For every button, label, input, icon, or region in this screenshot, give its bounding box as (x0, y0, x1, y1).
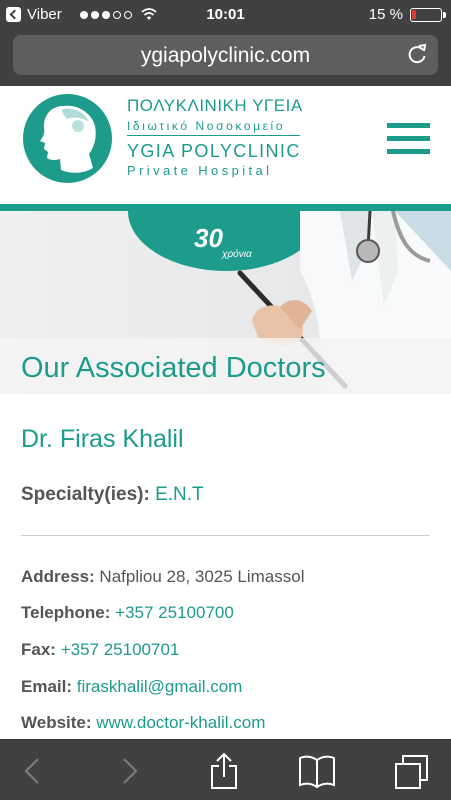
logo-english-subtitle: Private Hospital (127, 163, 273, 178)
share-icon[interactable] (204, 752, 244, 790)
tabs-icon[interactable] (392, 752, 432, 790)
address-bar[interactable]: ygiapolyclinic.com (13, 35, 438, 75)
address-row: Address: Nafpliou 28, 3025 Limassol (21, 567, 305, 587)
specialty-value: E.N.T (155, 484, 204, 505)
hamburger-menu-icon[interactable] (387, 123, 430, 155)
back-arrow-icon[interactable] (14, 752, 54, 790)
telephone-row: Telephone: +357 25100700 (21, 603, 234, 623)
address-value: Nafpliou 28, 3025 Limassol (99, 567, 305, 586)
logo-english-title: YGIA POLYCLINIC (127, 141, 301, 161)
email-link[interactable]: firaskhalil@gmail.com (77, 677, 243, 696)
website-link[interactable]: www.doctor-khalil.com (96, 713, 265, 732)
browser-address-area: ygiapolyclinic.com (0, 30, 451, 86)
email-row: Email: firaskhalil@gmail.com (21, 677, 242, 697)
address-label: Address: (21, 567, 95, 586)
website-row: Website: www.doctor-khalil.com (21, 713, 265, 733)
logo-emblem[interactable] (23, 94, 112, 183)
reload-icon[interactable] (406, 43, 428, 65)
goddess-head-icon (40, 105, 96, 173)
anniversary-number: 30 (194, 223, 223, 253)
browser-toolbar (0, 739, 451, 800)
header-rule (0, 204, 451, 211)
telephone-link[interactable]: +357 25100700 (115, 603, 234, 622)
bookmarks-icon[interactable] (297, 752, 337, 790)
email-label: Email: (21, 677, 73, 696)
specialty-row: Specialty(ies): E.N.T (21, 484, 204, 506)
status-bar: Viber 10:01 15 % (0, 0, 451, 30)
fax-link[interactable]: +357 25100701 (61, 640, 180, 659)
fax-row: Fax: +357 25100701 (21, 640, 179, 660)
logo-divider (127, 135, 300, 136)
logo-greek-subtitle: Ιδιωτικό Νοσοκομείο (127, 119, 286, 133)
site-header: ΠΟΛΥΚΛΙΝΙΚΗ ΥΓΕΙΑ Ιδιωτικό Νοσοκομείο YG… (0, 86, 451, 204)
battery-icon (410, 8, 446, 22)
specialty-label: Specialty(ies): (21, 484, 150, 505)
page-title: Our Associated Doctors (21, 352, 326, 384)
url-text[interactable]: ygiapolyclinic.com (13, 44, 438, 68)
logo-greek-title: ΠΟΛΥΚΛΙΝΙΚΗ ΥΓΕΙΑ (127, 96, 303, 115)
fax-label: Fax: (21, 640, 56, 659)
battery-level-fill (412, 10, 416, 19)
anniversary-text: χρόνια (222, 249, 252, 260)
battery-percent: 15 % (368, 6, 403, 23)
section-divider (21, 535, 430, 536)
doctor-name: Dr. Firas Khalil (21, 425, 184, 453)
hero-banner: 30 χρόνια Our Associated Doctors (0, 211, 451, 394)
telephone-label: Telephone: (21, 603, 111, 622)
website-label: Website: (21, 713, 92, 732)
forward-arrow-icon[interactable] (108, 752, 148, 790)
